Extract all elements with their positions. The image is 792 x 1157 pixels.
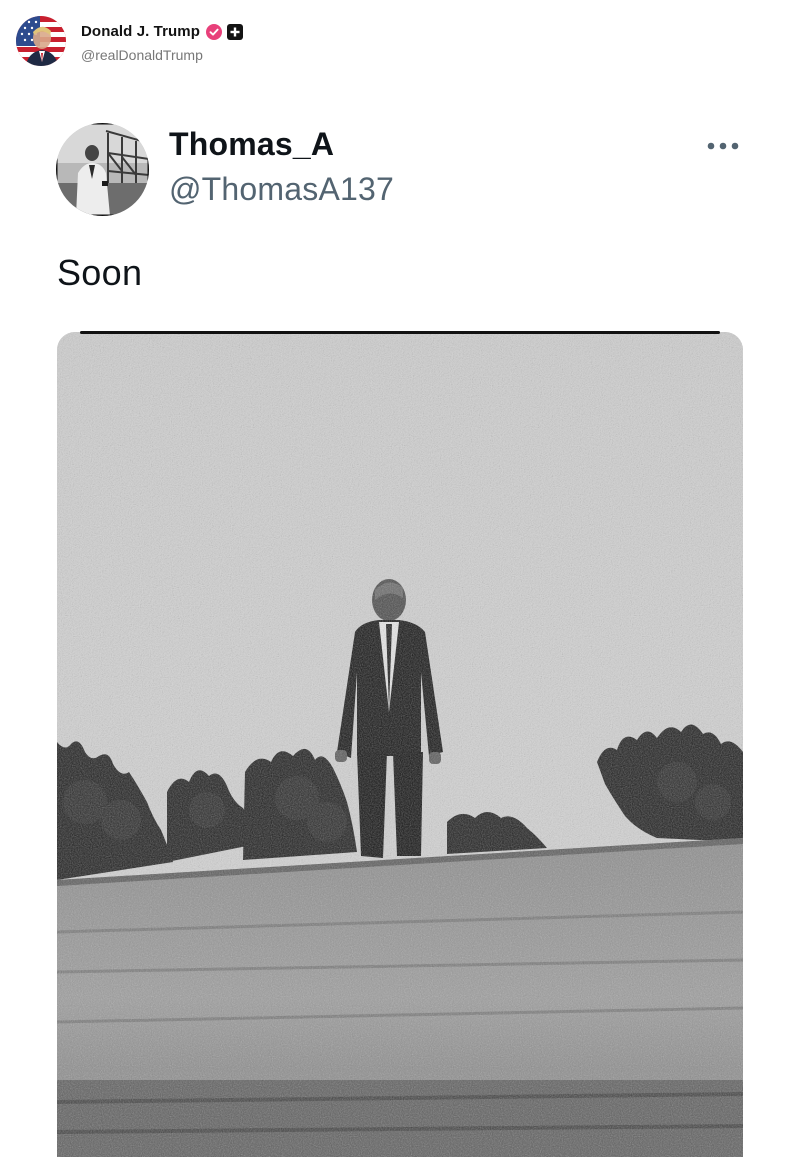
outer-name-row: Donald J. Trump	[81, 20, 244, 44]
truth-social-badge-icon	[227, 23, 244, 40]
media-top-edge	[80, 331, 720, 334]
post-text: Soon	[57, 252, 143, 293]
embedded-author-avatar[interactable]	[56, 123, 149, 216]
outer-author-name[interactable]: Donald J. Trump	[81, 23, 200, 40]
outer-author-handle[interactable]: @realDonaldTrump	[81, 47, 243, 63]
outer-post-header: Donald J. Trump @realDonaldTrump	[16, 14, 244, 68]
more-options-button[interactable]	[700, 130, 746, 162]
post-media-image[interactable]	[57, 332, 743, 1157]
embedded-author-handle[interactable]: @ThomasA137	[169, 171, 394, 208]
verified-check-icon	[206, 23, 223, 40]
more-options-icon	[707, 142, 739, 150]
american-flag-avatar-icon	[16, 16, 66, 66]
outer-author-meta: Donald J. Trump @realDonaldTrump	[81, 20, 244, 63]
outer-author-avatar[interactable]	[16, 16, 66, 66]
embedded-author-name[interactable]: Thomas_A	[169, 126, 334, 163]
rooftop-photo	[57, 332, 743, 1157]
man-portrait-avatar-icon	[56, 123, 149, 216]
